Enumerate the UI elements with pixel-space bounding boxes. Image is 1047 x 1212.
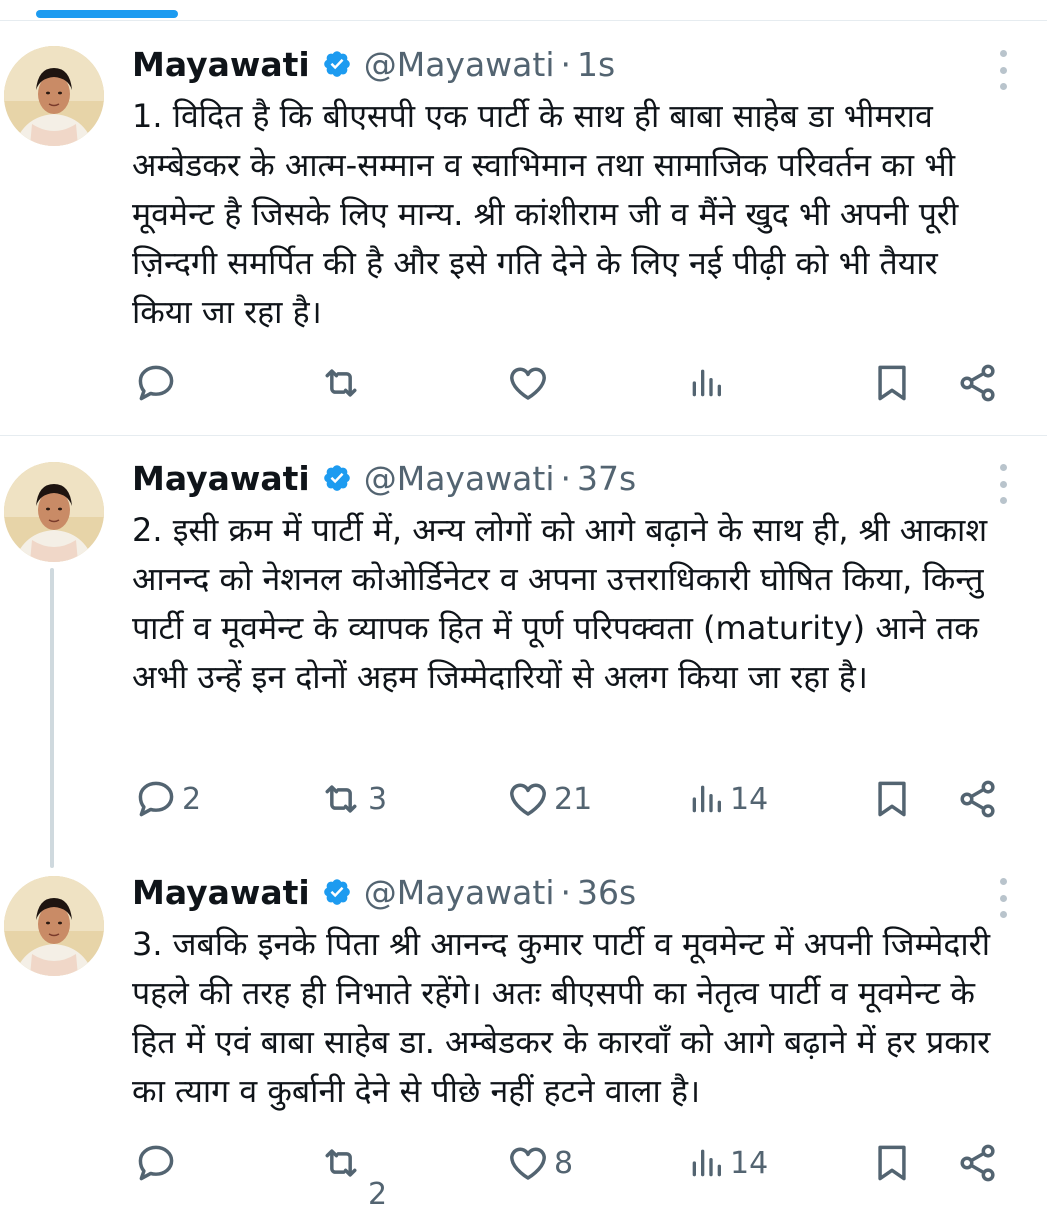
repost-button[interactable] xyxy=(318,360,368,406)
more-icon[interactable] xyxy=(999,878,1007,918)
like-count: 21 xyxy=(554,781,593,817)
action-bar: 2 3 21 14 xyxy=(0,776,1047,822)
views-icon xyxy=(686,777,726,821)
views-button[interactable]: 14 xyxy=(686,1140,768,1186)
avatar[interactable] xyxy=(4,876,104,976)
repost-icon xyxy=(318,1141,364,1185)
separator-dot: · xyxy=(560,44,571,84)
views-count: 14 xyxy=(730,1145,769,1181)
separator-dot: · xyxy=(560,458,571,498)
more-icon[interactable] xyxy=(999,464,1007,504)
action-bar: 8 14 xyxy=(0,1140,1047,1186)
repost-icon xyxy=(318,777,364,821)
repost-button[interactable] xyxy=(318,1140,368,1186)
tweet[interactable]: Mayawati @Mayawati · 1s 1. विदित है कि ब… xyxy=(0,0,1047,436)
tweet-text: 1. विदित है कि बीएसपी एक पार्टी के साथ ह… xyxy=(132,97,969,331)
more-icon[interactable] xyxy=(999,50,1007,90)
verified-badge-icon xyxy=(322,49,352,79)
verified-badge-icon xyxy=(322,877,352,907)
reply-button[interactable] xyxy=(134,360,182,406)
author-handle[interactable]: @Mayawati xyxy=(364,459,555,498)
share-icon xyxy=(956,361,1000,405)
tweet-text: 2. इसी क्रम में पार्टी में, अन्य लोगों क… xyxy=(132,511,998,696)
share-button[interactable] xyxy=(956,360,1000,406)
reply-icon xyxy=(134,361,178,405)
author-name[interactable]: Mayawati xyxy=(132,45,310,84)
views-icon xyxy=(686,1141,726,1185)
heart-icon xyxy=(506,777,550,821)
action-bar xyxy=(0,360,1047,406)
like-button[interactable] xyxy=(506,360,554,406)
author-handle[interactable]: @Mayawati xyxy=(364,873,555,912)
timestamp[interactable]: 1s xyxy=(577,45,615,84)
verified-badge-icon xyxy=(322,463,352,493)
reply-icon xyxy=(134,777,178,821)
bookmark-button[interactable] xyxy=(870,776,914,822)
repost-button[interactable]: 3 xyxy=(318,776,387,822)
reply-button[interactable] xyxy=(134,1140,182,1186)
like-count: 8 xyxy=(554,1145,574,1181)
author-name[interactable]: Mayawati xyxy=(132,873,310,912)
repost-icon xyxy=(318,361,364,405)
timestamp[interactable]: 37s xyxy=(577,459,636,498)
bookmark-icon xyxy=(870,1141,914,1185)
bookmark-icon xyxy=(870,361,914,405)
avatar[interactable] xyxy=(4,462,104,562)
tweet-header: Mayawati @Mayawati · 1s xyxy=(132,44,987,84)
separator-dot: · xyxy=(560,872,571,912)
tweet-header: Mayawati @Mayawati · 37s xyxy=(132,458,987,498)
reply-icon xyxy=(134,1141,178,1185)
avatar[interactable] xyxy=(4,46,104,146)
share-icon xyxy=(956,777,1000,821)
views-icon xyxy=(686,361,726,405)
bookmark-icon xyxy=(870,777,914,821)
tweet-text: 3. जबकि इनके पिता श्री आनन्द कुमार पार्ट… xyxy=(132,925,1001,1110)
share-button[interactable] xyxy=(956,776,1000,822)
views-button[interactable]: 14 xyxy=(686,776,768,822)
views-count: 14 xyxy=(730,781,769,817)
like-button[interactable]: 21 xyxy=(506,776,592,822)
share-icon xyxy=(956,1141,1000,1185)
share-button[interactable] xyxy=(956,1140,1000,1186)
bookmark-button[interactable] xyxy=(870,360,914,406)
author-name[interactable]: Mayawati xyxy=(132,459,310,498)
cut-off-count: 2 xyxy=(368,1177,388,1212)
reply-button[interactable]: 2 xyxy=(134,776,201,822)
heart-icon xyxy=(506,361,550,405)
tweet-header: Mayawati @Mayawati · 36s xyxy=(132,872,987,912)
tweet[interactable]: Mayawati @Mayawati · 37s 2. इसी क्रम में… xyxy=(0,436,1047,864)
reply-count: 2 xyxy=(182,781,202,817)
timestamp[interactable]: 36s xyxy=(577,873,636,912)
bookmark-button[interactable] xyxy=(870,1140,914,1186)
like-button[interactable]: 8 xyxy=(506,1140,573,1186)
repost-count: 3 xyxy=(368,781,388,817)
tweet[interactable]: Mayawati @Mayawati · 36s 3. जबकि इनके पि… xyxy=(0,864,1047,1197)
heart-icon xyxy=(506,1141,550,1185)
views-button[interactable] xyxy=(686,360,730,406)
author-handle[interactable]: @Mayawati xyxy=(364,45,555,84)
